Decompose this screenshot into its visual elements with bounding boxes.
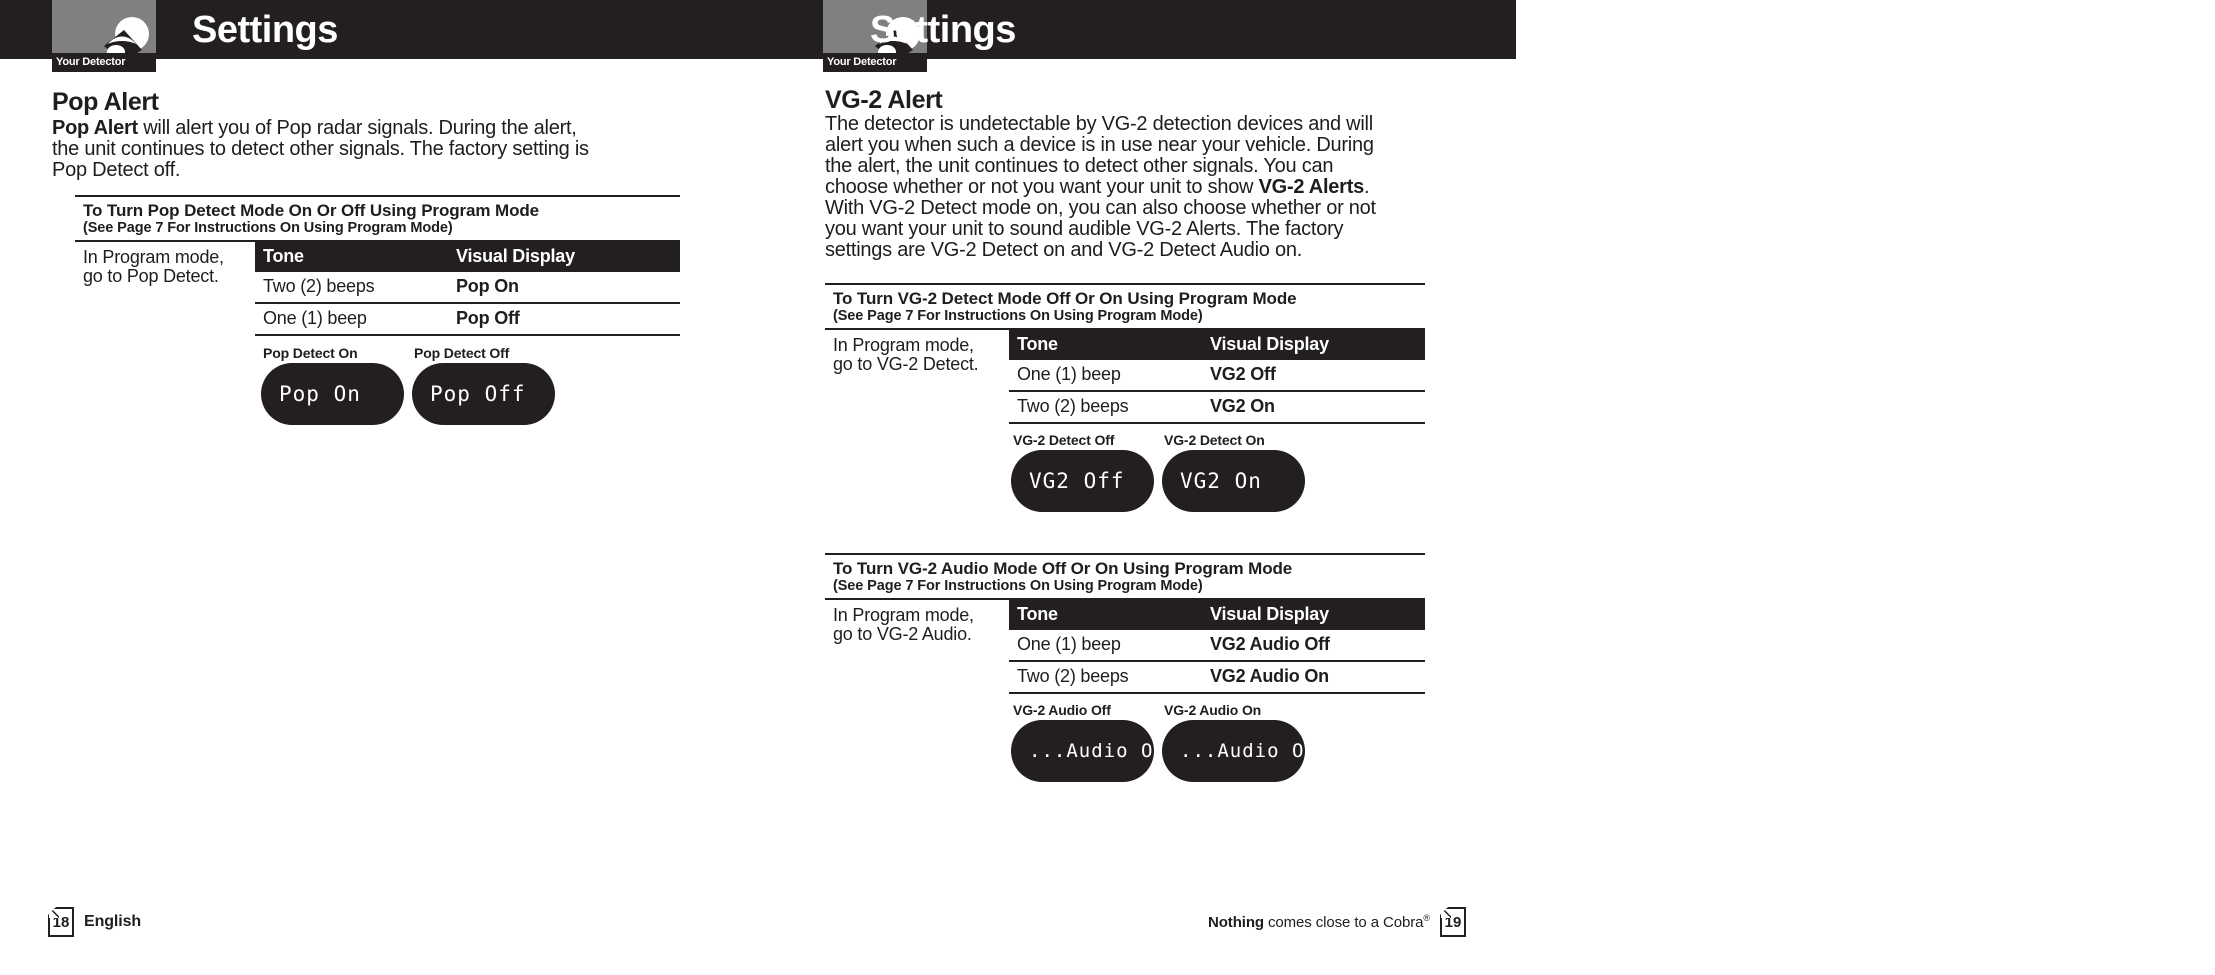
lcd-caption-pop-on: Pop Detect On bbox=[263, 345, 358, 361]
spec-note-line2: go to Pop Detect. bbox=[83, 266, 219, 286]
spec-note-line1: In Program mode, bbox=[833, 605, 974, 625]
lcd-caption-vg2-audio-on: VG-2 Audio On bbox=[1164, 702, 1262, 718]
spec-table-vg2-audio: Tone Visual Display One (1) beep VG2 Aud… bbox=[1009, 600, 1425, 694]
spec-block-pop-detect: To Turn Pop Detect Mode On Or Off Using … bbox=[75, 195, 680, 336]
spec-note-line2: go to VG-2 Detect. bbox=[833, 354, 979, 374]
lcd-item-vg2-on: VG-2 Detect On VG2 On bbox=[1162, 432, 1305, 512]
lcd-group-vg2-audio: VG-2 Audio Off ...Audio Off VG-2 Audio O… bbox=[1011, 702, 1316, 782]
lcd-item-vg2-audio-on: VG-2 Audio On ...Audio On bbox=[1162, 702, 1316, 782]
cell-tone: One (1) beep bbox=[1009, 360, 1202, 392]
spec-heading-vg2-detect: To Turn VG-2 Detect Mode Off Or On Using… bbox=[825, 285, 1425, 328]
header-title-left: Settings bbox=[192, 9, 338, 51]
spec-note-line1: In Program mode, bbox=[83, 247, 224, 267]
spec-table-vg2-detect: Tone Visual Display One (1) beep VG2 Off… bbox=[1009, 330, 1425, 424]
table-row: Two (2) beeps VG2 Audio On bbox=[1009, 661, 1425, 694]
table-row: One (1) beep Pop Off bbox=[255, 303, 680, 336]
cell-tone: One (1) beep bbox=[1009, 630, 1202, 662]
spec-body-pop-detect: In Program mode, go to Pop Detect. Tone … bbox=[75, 240, 680, 336]
table-row: Two (2) beeps VG2 On bbox=[1009, 391, 1425, 424]
spec-heading-line1: To Turn Pop Detect Mode On Or Off Using … bbox=[83, 201, 540, 220]
cell-display: Pop On bbox=[448, 272, 680, 304]
spec-heading-line2: (See Page 7 For Instructions On Using Pr… bbox=[833, 578, 1203, 594]
cell-tone: Two (2) beeps bbox=[1009, 391, 1202, 424]
spec-heading-line2: (See Page 7 For Instructions On Using Pr… bbox=[83, 220, 453, 236]
cell-display: Pop Off bbox=[448, 303, 680, 336]
lcd-item-vg2-audio-off: VG-2 Audio Off ...Audio Off bbox=[1011, 702, 1177, 782]
column-header-tone: Tone bbox=[255, 242, 448, 272]
cell-tone: One (1) beep bbox=[255, 303, 448, 336]
page-number-left: 18 bbox=[48, 907, 74, 937]
page-title-vg2-alert: VG-2 Alert bbox=[825, 86, 943, 114]
table-row: One (1) beep VG2 Audio Off bbox=[1009, 630, 1425, 662]
language-label: English bbox=[84, 913, 142, 930]
detector-logo-left: Your Detector bbox=[52, 0, 156, 72]
table-header-row: Tone Visual Display bbox=[255, 242, 680, 272]
page-title-pop-alert: Pop Alert bbox=[52, 88, 159, 116]
header-title-right: Settings bbox=[870, 9, 1016, 51]
lcd-item-pop-off: Pop Detect Off Pop Off bbox=[412, 345, 555, 425]
lcd-caption-vg2-off: VG-2 Detect Off bbox=[1013, 432, 1115, 448]
lcd-item-vg2-off: VG-2 Detect Off VG2 Off bbox=[1011, 432, 1154, 512]
lcd-caption-vg2-audio-off: VG-2 Audio Off bbox=[1013, 702, 1111, 718]
column-header-tone: Tone bbox=[1009, 600, 1202, 630]
spec-block-vg2-audio: To Turn VG-2 Audio Mode Off Or On Using … bbox=[825, 553, 1425, 694]
cell-tone: Two (2) beeps bbox=[1009, 661, 1202, 694]
spec-block-vg2-detect: To Turn VG-2 Detect Mode Off Or On Using… bbox=[825, 283, 1425, 424]
cell-display: VG2 Audio On bbox=[1202, 661, 1425, 694]
page-number-right: 19 bbox=[1439, 907, 1466, 937]
column-header-visual-display: Visual Display bbox=[1202, 330, 1425, 360]
detector-logo-badge-right: Your Detector bbox=[823, 53, 927, 72]
table-row: One (1) beep VG2 Off bbox=[1009, 360, 1425, 392]
table-header-row: Tone Visual Display bbox=[1009, 330, 1425, 360]
spec-note-line1: In Program mode, bbox=[833, 335, 974, 355]
spec-heading-line1: To Turn VG-2 Detect Mode Off Or On Using… bbox=[833, 289, 1297, 308]
lcd-screen-pop-on: Pop On bbox=[261, 363, 404, 425]
spec-heading-vg2-audio: To Turn VG-2 Audio Mode Off Or On Using … bbox=[825, 555, 1425, 598]
spec-heading-line1: To Turn VG-2 Audio Mode Off Or On Using … bbox=[833, 559, 1293, 578]
spec-heading-line2: (See Page 7 For Instructions On Using Pr… bbox=[833, 308, 1203, 324]
lcd-screen-pop-off: Pop Off bbox=[412, 363, 555, 425]
spec-note-vg2-detect: In Program mode, go to VG-2 Detect. bbox=[825, 330, 1009, 424]
spec-note-vg2-audio: In Program mode, go to VG-2 Audio. bbox=[825, 600, 1009, 694]
spec-body-vg2-audio: In Program mode, go to VG-2 Audio. Tone … bbox=[825, 598, 1425, 694]
spec-heading-pop-detect: To Turn Pop Detect Mode On Or Off Using … bbox=[75, 197, 680, 240]
body-copy-pop-alert: Pop Alert will alert you of Pop radar si… bbox=[52, 118, 597, 181]
table-row: Two (2) beeps Pop On bbox=[255, 272, 680, 304]
body-lead-pop-alert: Pop Alert bbox=[52, 117, 138, 139]
detector-logo-badge-left: Your Detector bbox=[52, 53, 156, 72]
footer-right: Nothing comes close to a Cobra® 19 bbox=[1208, 907, 1466, 937]
body-copy-vg2-alert: The detector is undetectable by VG-2 det… bbox=[825, 114, 1395, 261]
registered-mark: ® bbox=[1423, 913, 1430, 923]
cell-display: VG2 On bbox=[1202, 391, 1425, 424]
table-header-row: Tone Visual Display bbox=[1009, 600, 1425, 630]
tagline-rest: comes close to a Cobra bbox=[1263, 914, 1424, 931]
body-bold-vg2: VG-2 Alerts bbox=[1258, 176, 1365, 198]
lcd-item-pop-on: Pop Detect On Pop On bbox=[261, 345, 404, 425]
cell-tone: Two (2) beeps bbox=[255, 272, 448, 304]
cell-display: VG2 Off bbox=[1202, 360, 1425, 392]
tagline-bold: Nothing bbox=[1208, 914, 1264, 931]
lcd-caption-vg2-on: VG-2 Detect On bbox=[1164, 432, 1265, 448]
column-header-visual-display: Visual Display bbox=[1202, 600, 1425, 630]
lcd-screen-vg2-audio-on: ...Audio On bbox=[1162, 720, 1316, 782]
lcd-screen-vg2-on: VG2 On bbox=[1162, 450, 1305, 512]
footer-left: 18 English bbox=[48, 907, 141, 937]
brand-tagline: Nothing comes close to a Cobra® bbox=[1208, 913, 1430, 931]
lcd-screen-vg2-audio-off: ...Audio Off bbox=[1011, 720, 1177, 782]
lcd-screen-vg2-off: VG2 Off bbox=[1011, 450, 1154, 512]
spec-note-pop-detect: In Program mode, go to Pop Detect. bbox=[75, 242, 255, 336]
spec-body-vg2-detect: In Program mode, go to VG-2 Detect. Tone… bbox=[825, 328, 1425, 424]
column-header-visual-display: Visual Display bbox=[448, 242, 680, 272]
lcd-caption-pop-off: Pop Detect Off bbox=[414, 345, 510, 361]
lcd-group-vg2-detect: VG-2 Detect Off VG2 Off VG-2 Detect On V… bbox=[1011, 432, 1313, 512]
spec-table-pop-detect: Tone Visual Display Two (2) beeps Pop On… bbox=[255, 242, 680, 336]
spec-note-line2: go to VG-2 Audio. bbox=[833, 624, 972, 644]
page-header-bar-left: Settings bbox=[0, 0, 1516, 59]
cell-display: VG2 Audio Off bbox=[1202, 630, 1425, 662]
column-header-tone: Tone bbox=[1009, 330, 1202, 360]
lcd-group-pop-detect: Pop Detect On Pop On Pop Detect Off Pop … bbox=[261, 345, 563, 425]
